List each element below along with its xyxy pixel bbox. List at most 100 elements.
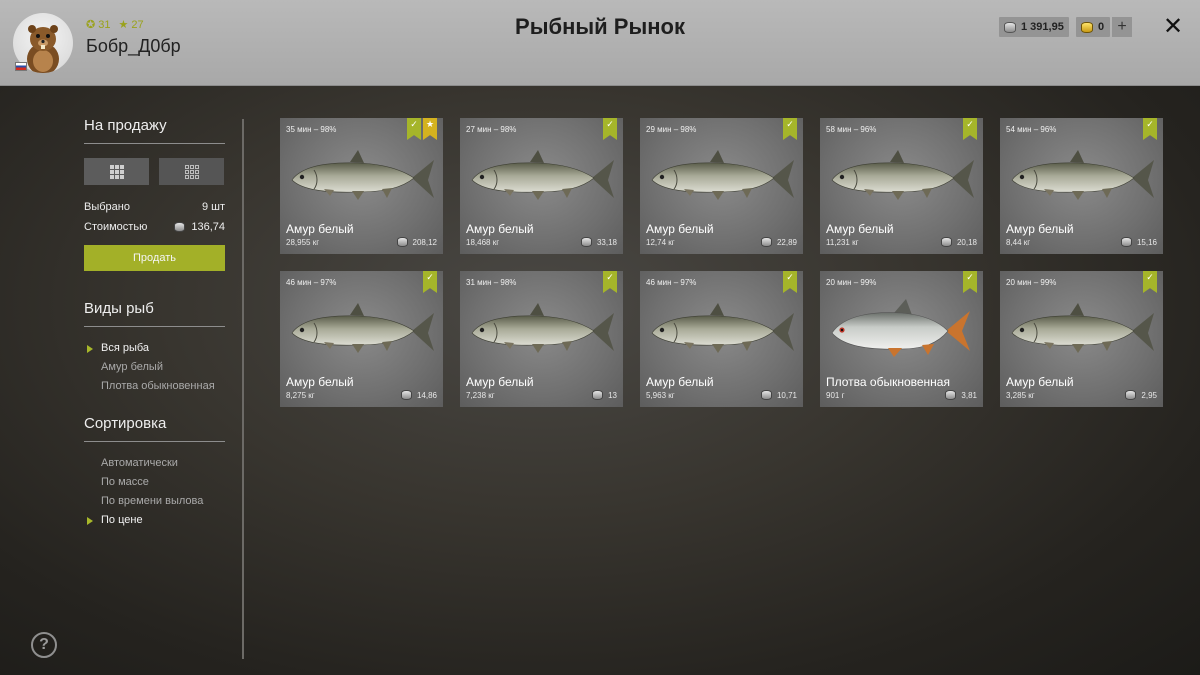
fish-price: 22,89 — [760, 237, 797, 247]
fish-name: Амур белый — [646, 222, 714, 236]
sell-button[interactable]: Продать — [84, 245, 225, 271]
fish-price: 33,18 — [580, 237, 617, 247]
fish-card[interactable]: 35 мин – 98% Амур белый 28,955 кг 208,12 ✓ ★ — [280, 118, 443, 254]
species-filter-option[interactable]: Амур белый — [84, 358, 225, 377]
fish-card[interactable]: 46 мин – 97% Амур белый 5,963 кг 10,71 ✓ — [640, 271, 803, 407]
fish-image — [1011, 303, 1154, 353]
fish-price-value: 2,95 — [1141, 390, 1157, 400]
fish-weight: 8,275 кг — [286, 391, 315, 400]
small-grid-view-button[interactable] — [159, 158, 224, 185]
fish-weight: 5,963 кг — [646, 391, 675, 400]
sort-option[interactable]: По цене — [84, 511, 225, 530]
fish-price-value: 3,81 — [961, 390, 977, 400]
fish-name: Амур белый — [1006, 222, 1074, 236]
sort-option[interactable]: По массе — [84, 473, 225, 492]
fish-weight: 7,238 кг — [466, 391, 495, 400]
silver-coin-icon — [400, 390, 412, 400]
silver-coin-icon — [592, 390, 604, 400]
add-gold-button[interactable]: + — [1112, 17, 1132, 37]
catch-info: 35 мин – 98% — [286, 125, 337, 134]
fish-image — [651, 303, 794, 353]
selected-check-icon[interactable]: ✓ — [963, 271, 977, 293]
selected-check-icon[interactable]: ✓ — [1143, 271, 1157, 293]
fish-price: 14,86 — [400, 390, 437, 400]
gold-coin-icon — [1081, 21, 1093, 33]
selected-check-icon[interactable]: ✓ — [407, 118, 421, 140]
species-filter-option-label: Амур белый — [101, 361, 163, 373]
fish-card[interactable]: 54 мин – 96% Амур белый 8,44 кг 15,16 ✓ — [1000, 118, 1163, 254]
fish-card[interactable]: 58 мин – 96% Амур белый 11,231 кг 20,18 ✓ — [820, 118, 983, 254]
silver-coin-icon — [174, 222, 186, 232]
species-filter-list: Вся рыба Амур белый Плотва обыкновенная — [84, 339, 225, 396]
sort-option-label: По времени вылова — [101, 495, 204, 507]
fish-name: Амур белый — [1006, 375, 1074, 389]
silver-coin-icon — [940, 237, 952, 247]
silver-coin-icon — [945, 390, 957, 400]
fish-price-value: 20,18 — [956, 237, 977, 247]
sort-option-label: По цене — [101, 514, 143, 526]
catch-info: 27 мин – 98% — [466, 125, 517, 134]
species-filter-option[interactable]: Плотва обыкновенная — [84, 377, 225, 396]
favorite-star-icon[interactable]: ★ — [423, 118, 437, 140]
catch-info: 31 мин – 98% — [466, 278, 517, 287]
fish-card[interactable]: 20 мин – 99% Амур белый 3,285 кг 2,95 ✓ — [1000, 271, 1163, 407]
selected-check-icon[interactable]: ✓ — [1143, 118, 1157, 140]
fish-card[interactable]: 20 мин – 99% Плотва обыкновенная 901 г 3,81… — [820, 271, 983, 407]
sort-option[interactable]: По времени вылова — [84, 492, 225, 511]
large-grid-view-button[interactable] — [84, 158, 149, 185]
selected-check-icon[interactable]: ✓ — [783, 271, 797, 293]
fish-price: 2,95 — [1125, 390, 1157, 400]
silver-amount: 1 391,95 — [1021, 21, 1064, 33]
species-filter-option[interactable]: Вся рыба — [84, 339, 225, 358]
sale-section-title: На продажу — [84, 117, 225, 144]
fish-price-value: 14,86 — [416, 390, 437, 400]
fish-name: Амур белый — [286, 222, 354, 236]
selected-check-icon[interactable]: ✓ — [963, 118, 977, 140]
fish-card[interactable]: 29 мин – 98% Амур белый 12,74 кг 22,89 ✓ — [640, 118, 803, 254]
silver-coin-icon — [1120, 237, 1132, 247]
sidebar-divider — [242, 119, 244, 659]
fish-price-value: 208,12 — [412, 237, 437, 247]
fish-weight: 18,468 кг — [466, 238, 500, 247]
catch-info: 54 мин – 96% — [1006, 125, 1057, 134]
sidebar: На продажу Выбрано 9 шт Стоимостью 136,7… — [84, 117, 225, 530]
fish-price: 208,12 — [396, 237, 437, 247]
catch-info: 58 мин – 96% — [826, 125, 877, 134]
selected-check-icon[interactable]: ✓ — [603, 118, 617, 140]
sort-option-label: Автоматически — [101, 457, 178, 469]
top-bar: ✪ 31 ★ 27 Бобр_Д0бр Рыбный Рынок 1 391,9… — [0, 0, 1200, 86]
country-flag-icon — [15, 62, 27, 71]
fish-card[interactable]: 31 мин – 98% Амур белый 7,238 кг 13 ✓ — [460, 271, 623, 407]
fish-weight: 12,74 кг — [646, 238, 675, 247]
fish-price: 20,18 — [940, 237, 977, 247]
fish-card[interactable]: 46 мин – 97% Амур белый 8,275 кг 14,86 ✓ — [280, 271, 443, 407]
selected-label: Выбрано — [84, 201, 130, 213]
catch-info: 20 мин – 99% — [826, 278, 877, 287]
sort-option[interactable]: Автоматически — [84, 454, 225, 473]
fish-image — [1011, 150, 1154, 200]
fish-weight: 28,955 кг — [286, 238, 320, 247]
fish-weight: 3,285 кг — [1006, 391, 1035, 400]
selected-check-icon[interactable]: ✓ — [603, 271, 617, 293]
fish-card[interactable]: 27 мин – 98% Амур белый 18,468 кг 33,18 ✓ — [460, 118, 623, 254]
catch-info: 46 мин – 97% — [286, 278, 337, 287]
selected-arrow-icon — [87, 517, 93, 525]
fish-name: Плотва обыкновенная — [826, 375, 950, 389]
fish-name: Амур белый — [646, 375, 714, 389]
selected-arrow-icon — [87, 345, 93, 353]
fish-price: 3,81 — [945, 390, 977, 400]
help-icon[interactable]: ? — [31, 632, 57, 658]
silver-coin-icon — [1125, 390, 1137, 400]
cost-value: 136,74 — [191, 221, 225, 233]
fish-image — [291, 303, 434, 353]
selected-check-icon[interactable]: ✓ — [423, 271, 437, 293]
selected-check-icon[interactable]: ✓ — [783, 118, 797, 140]
fish-image — [651, 150, 794, 200]
fish-weight: 8,44 кг — [1006, 238, 1031, 247]
fish-weight: 901 г — [826, 391, 845, 400]
sort-options-list: Автоматически По массе По времени вылова По… — [84, 454, 225, 530]
gold-balance: 0 — [1076, 17, 1110, 37]
fish-price-value: 15,16 — [1136, 237, 1157, 247]
fish-name: Амур белый — [466, 375, 534, 389]
close-button[interactable]: ✕ — [1160, 14, 1186, 40]
